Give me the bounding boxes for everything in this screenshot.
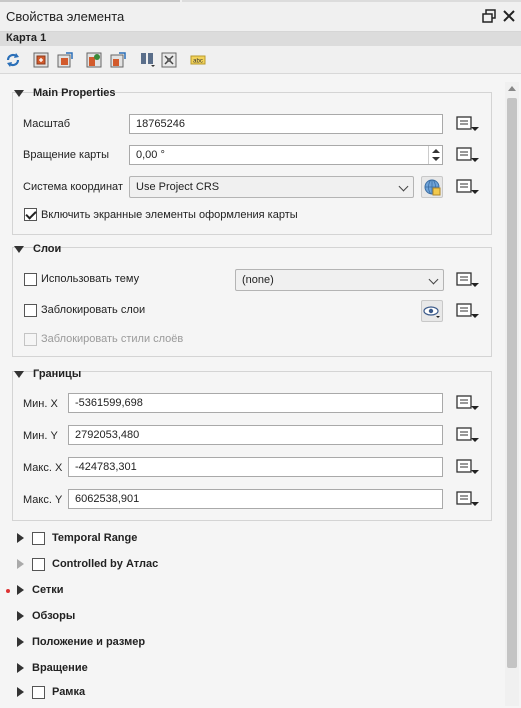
data-defined-override-icon[interactable] — [455, 114, 479, 134]
expand-triangle-icon[interactable] — [17, 533, 24, 543]
tab-indicator — [0, 0, 180, 2]
set-extent-from-canvas-icon[interactable] — [33, 52, 49, 68]
scale-label: Масштаб — [23, 118, 71, 130]
rotation-header[interactable]: Вращение — [32, 662, 88, 674]
set-center-icon[interactable] — [86, 52, 102, 68]
modified-indicator-icon — [6, 589, 10, 593]
rotation-input[interactable]: 0,00 ° — [129, 145, 443, 165]
scale-input[interactable]: 18765246 — [129, 114, 443, 134]
expand-triangle-icon[interactable] — [17, 559, 24, 569]
position-size-header[interactable]: Положение и размер — [32, 636, 145, 648]
atlas-checkbox[interactable] — [32, 558, 45, 571]
spin-down-icon[interactable] — [432, 157, 440, 161]
collapse-triangle-icon[interactable] — [14, 90, 24, 97]
scrollbar-thumb[interactable] — [507, 98, 517, 668]
ymax-label: Макс. Y — [23, 494, 63, 506]
overviews-header[interactable]: Обзоры — [32, 610, 75, 622]
refresh-icon[interactable] — [5, 52, 21, 68]
tab-strip — [0, 0, 521, 3]
window-title: Свойства элемента — [6, 9, 125, 24]
ymax-input[interactable]: 6062538,901 — [68, 489, 443, 509]
expand-triangle-icon[interactable] — [17, 611, 24, 621]
item-name: Карта 1 — [6, 32, 47, 44]
collapse-triangle-icon[interactable] — [14, 246, 24, 253]
data-defined-override-icon[interactable] — [455, 270, 479, 290]
scroll-up-icon[interactable] — [508, 86, 516, 91]
ymin-label: Мин. Y — [23, 430, 58, 442]
atlas-header[interactable]: Controlled by Атлас — [52, 558, 158, 570]
close-icon[interactable] — [502, 9, 516, 23]
crs-value: Use Project CRS — [136, 181, 220, 193]
tab-indicator-secondary — [182, 0, 521, 2]
globe-icon — [424, 179, 441, 196]
temporal-range-header[interactable]: Temporal Range — [52, 532, 137, 544]
data-defined-override-icon[interactable] — [455, 489, 479, 509]
data-defined-override-icon[interactable] — [455, 457, 479, 477]
lock-styles-label: Заблокировать стили слоёв — [41, 333, 184, 345]
use-theme-checkbox[interactable] — [24, 273, 37, 286]
use-theme-label: Использовать тему — [41, 273, 140, 285]
view-extent-in-canvas-icon[interactable] — [57, 52, 73, 68]
expand-triangle-icon[interactable] — [17, 687, 24, 697]
abc-label-icon[interactable]: abc — [190, 52, 206, 68]
map-toolbar: abc — [0, 46, 521, 74]
data-defined-override-icon[interactable] — [455, 425, 479, 445]
frame-header[interactable]: Рамка — [52, 686, 85, 698]
rotation-spinner[interactable] — [428, 146, 442, 164]
theme-select[interactable]: (none) — [235, 269, 444, 291]
chevron-down-icon — [398, 181, 409, 192]
lock-styles-checkbox[interactable] — [24, 333, 37, 346]
expand-triangle-icon[interactable] — [17, 637, 24, 647]
frame-checkbox[interactable] — [32, 686, 45, 699]
vertical-scrollbar[interactable] — [505, 82, 519, 706]
view-center-icon[interactable] — [110, 52, 126, 68]
temporal-range-checkbox[interactable] — [32, 532, 45, 545]
eye-icon — [423, 306, 440, 318]
grids-header[interactable]: Сетки — [32, 584, 64, 596]
labeling-settings-icon[interactable] — [161, 52, 177, 68]
xmax-label: Макс. X — [23, 462, 63, 474]
rotation-value: 0,00 ° — [136, 149, 165, 161]
item-name-bar: Карта 1 — [0, 32, 521, 46]
xmax-input[interactable]: -424783,301 — [68, 457, 443, 477]
crs-select[interactable]: Use Project CRS — [129, 176, 414, 198]
main-properties-header[interactable]: Main Properties — [33, 87, 116, 99]
crs-label: Система координат — [23, 181, 123, 193]
visibility-presets-button[interactable] — [421, 300, 443, 322]
xmin-label: Мин. X — [23, 398, 58, 410]
svg-text:abc: abc — [193, 59, 203, 65]
theme-value: (none) — [242, 274, 274, 286]
data-defined-override-icon[interactable] — [455, 177, 479, 197]
rotation-label: Вращение карты — [23, 149, 110, 161]
expand-triangle-icon[interactable] — [17, 663, 24, 673]
extents-header[interactable]: Границы — [33, 368, 81, 380]
lock-layers-checkbox[interactable] — [24, 304, 37, 317]
collapse-triangle-icon[interactable] — [14, 371, 24, 378]
xmin-input[interactable]: -5361599,698 — [68, 393, 443, 413]
decorations-label: Включить экранные элементы оформления ка… — [41, 209, 298, 221]
ymin-input[interactable]: 2792053,480 — [68, 425, 443, 445]
data-defined-override-icon[interactable] — [455, 145, 479, 165]
spin-up-icon[interactable] — [432, 149, 440, 153]
window-title-bar: Свойства элемента — [0, 0, 521, 32]
lock-layers-label: Заблокировать слои — [41, 304, 146, 316]
expand-triangle-icon[interactable] — [17, 585, 24, 595]
data-defined-override-icon[interactable] — [455, 393, 479, 413]
decorations-checkbox[interactable] — [24, 208, 37, 221]
data-defined-override-icon[interactable] — [455, 301, 479, 321]
bookmarks-icon[interactable] — [139, 52, 155, 68]
layers-header[interactable]: Слои — [33, 243, 61, 255]
float-window-icon[interactable] — [482, 9, 496, 23]
crs-selector-button[interactable] — [421, 176, 443, 198]
chevron-down-icon — [428, 274, 439, 285]
